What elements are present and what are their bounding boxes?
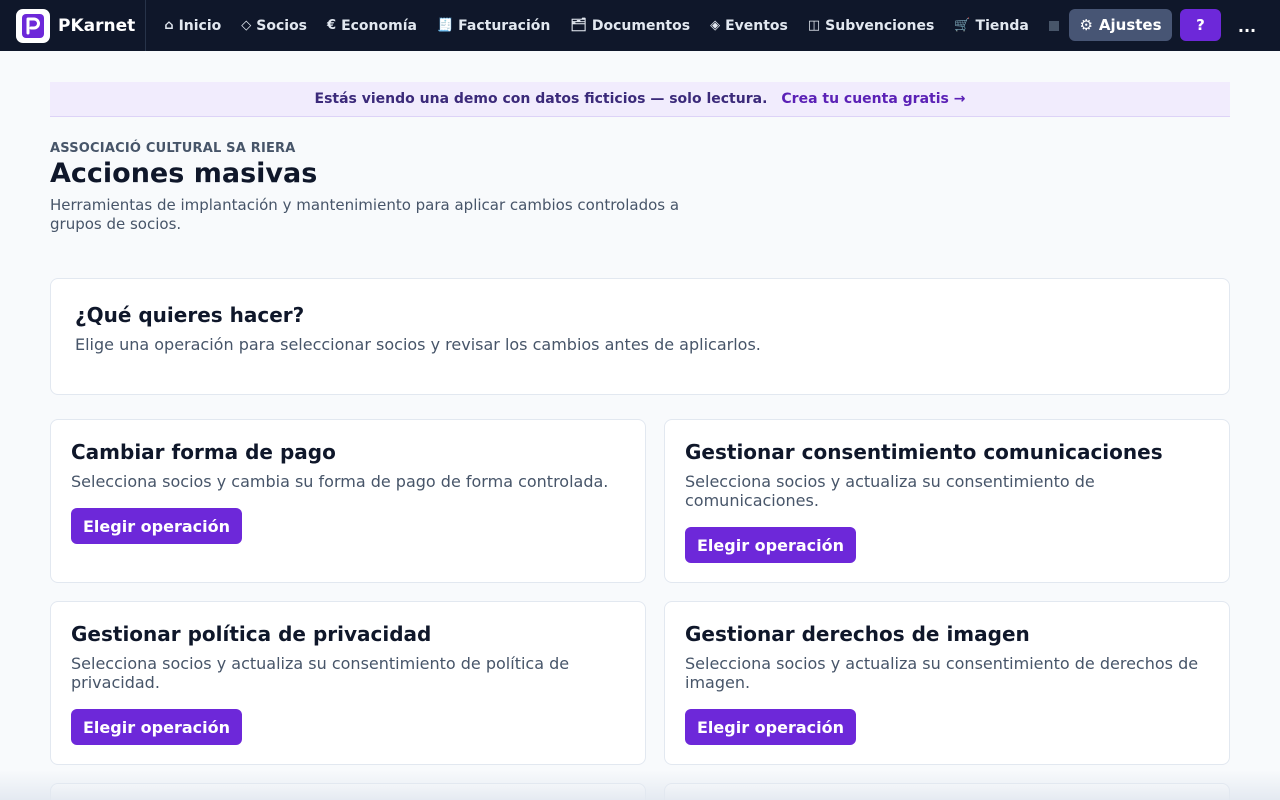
nav-item-inicio[interactable]: ⌂ Inicio (154, 0, 231, 51)
operation-card-communications-consent: Gestionar consentimiento comunicaciones … (664, 419, 1230, 583)
nav-item-eventos[interactable]: ◈ Eventos (700, 0, 798, 51)
operation-card-partial (50, 783, 646, 800)
nav-item-label: Inicio (178, 17, 222, 34)
nav-item-subvenciones[interactable]: ◫ Subvenciones (798, 0, 944, 51)
invoice-icon: 🧾 (436, 18, 454, 33)
demo-banner: Estás viendo una demo con datos ficticio… (50, 82, 1230, 117)
organization-name: ASSOCIACIÓ CULTURAL SA RIERA (50, 141, 296, 156)
intro-card: ¿Qué quieres hacer? Elige una operación … (50, 278, 1230, 395)
choose-operation-button[interactable]: Elegir operación (71, 709, 242, 745)
operation-card-partial (664, 783, 1230, 800)
operation-card-image-rights: Gestionar derechos de imagen Selecciona … (664, 601, 1230, 765)
operation-title: Gestionar derechos de imagen (685, 622, 1030, 646)
nav-item-label: Subvenciones (825, 17, 935, 34)
choose-operation-button[interactable]: Elegir operación (685, 709, 856, 745)
nav-item-facturacion[interactable]: 🧾 Facturación (427, 0, 560, 51)
intro-title: ¿Qué quieres hacer? (75, 303, 305, 327)
page-subtitle: Herramientas de implantación y mantenimi… (50, 196, 680, 233)
nav-item-label: Eventos (725, 17, 788, 34)
settings-label: Ajustes (1098, 16, 1162, 34)
choose-operation-button[interactable]: Elegir operación (71, 508, 242, 544)
nav-item-label: Socios (256, 17, 308, 34)
home-icon: ⌂ (164, 18, 174, 33)
choose-operation-button[interactable]: Elegir operación (685, 527, 856, 563)
nav-item-tienda[interactable]: 🛒 Tienda (944, 0, 1038, 51)
operation-description: Selecciona socios y cambia su forma de p… (71, 472, 609, 491)
create-account-link[interactable]: Crea tu cuenta gratis → (781, 91, 965, 107)
euro-icon: € (327, 18, 337, 33)
overflow-item-icon (1048, 20, 1059, 31)
grants-icon: ◫ (807, 18, 821, 33)
nav-item-documentos[interactable]: 🗂 Documentos (560, 0, 700, 51)
nav-item-economia[interactable]: € Economía (317, 0, 427, 51)
operation-card-payment-method: Cambiar forma de pago Selecciona socios … (50, 419, 646, 583)
page-title: Acciones masivas (50, 158, 318, 189)
intro-text: Elige una operación para seleccionar soc… (75, 335, 761, 354)
nav-item-label: Economía (341, 17, 417, 34)
operation-title: Cambiar forma de pago (71, 440, 336, 464)
nav-item-label: Tienda (975, 17, 1029, 34)
top-navigation: PKarnet ⌂ Inicio ◇ Socios € Economía 🧾 F… (0, 0, 1280, 51)
more-menu-button[interactable]: ... (1232, 12, 1262, 40)
operation-description: Selecciona socios y actualiza su consent… (685, 472, 1095, 510)
nav-items: ⌂ Inicio ◇ Socios € Economía 🧾 Facturaci… (154, 0, 1060, 51)
nav-item-label: Facturación (458, 17, 551, 34)
folder-icon: 🗂 (570, 18, 587, 33)
brand[interactable]: PKarnet (16, 0, 147, 51)
gear-icon: ⚙ (1079, 16, 1093, 34)
nav-item-socios[interactable]: ◇ Socios (231, 0, 317, 51)
operation-title: Gestionar política de privacidad (71, 622, 432, 646)
brand-logo-icon (16, 8, 50, 43)
operation-title: Gestionar consentimiento comunicaciones (685, 440, 1163, 464)
cart-icon: 🛒 (954, 18, 971, 33)
operation-description: Selecciona socios y actualiza su consent… (71, 654, 570, 692)
members-icon: ◇ (241, 18, 252, 33)
demo-banner-text: Estás viendo una demo con datos ficticio… (314, 91, 768, 107)
help-button[interactable]: ? (1180, 9, 1221, 41)
operation-description: Selecciona socios y actualiza su consent… (685, 654, 1199, 692)
events-icon: ◈ (710, 18, 721, 33)
operation-card-privacy-policy: Gestionar política de privacidad Selecci… (50, 601, 646, 765)
nav-item-overflow[interactable] (1039, 0, 1060, 51)
brand-name: PKarnet (58, 15, 136, 36)
nav-item-label: Documentos (591, 17, 691, 34)
settings-button[interactable]: ⚙ Ajustes (1069, 9, 1172, 41)
